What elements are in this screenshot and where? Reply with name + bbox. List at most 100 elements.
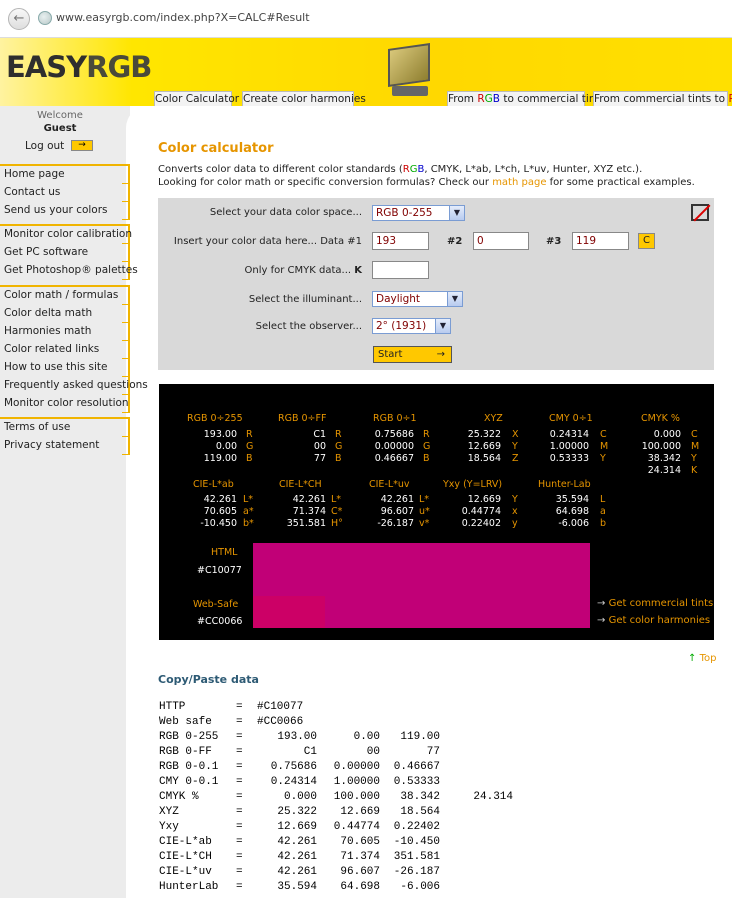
copy-label: RGB 0-255: [159, 731, 219, 743]
copy-value: =: [236, 746, 243, 758]
result-header: CIE-L*CH: [279, 479, 322, 490]
color-harmonies-link[interactable]: → Get color harmonies: [597, 615, 710, 626]
result-value: 96.607: [380, 506, 414, 517]
start-button[interactable]: Start →: [373, 346, 452, 363]
copy-label: HunterLab: [159, 881, 219, 893]
chevron-down-icon[interactable]: ▼: [449, 206, 464, 220]
url-text[interactable]: www.easyrgb.com/index.php?X=CALC#Result: [56, 11, 310, 24]
result-header: RGB 0÷1: [373, 413, 417, 424]
websafe-color-swatch: [253, 596, 325, 628]
result-value: 12.669: [467, 441, 501, 452]
c-button[interactable]: C: [638, 233, 655, 249]
sidebar-group-tools: Monitor color calibration Get PC softwar…: [0, 224, 138, 280]
result-value: 0.24314: [549, 429, 589, 440]
sidebar-item-how-to-use[interactable]: How to use this site: [0, 359, 130, 377]
copy-value: C1: [303, 746, 317, 758]
result-value: -6.006: [558, 518, 589, 529]
copy-value: =: [236, 866, 243, 878]
result-value: 38.342: [647, 453, 681, 464]
data-3-input[interactable]: 119: [572, 232, 629, 250]
sidebar-group-math: Color math / formulas Color delta math H…: [0, 285, 148, 413]
observer-select[interactable]: 2° (1931) ▼: [372, 318, 451, 334]
copy-label: Yxy: [159, 821, 179, 833]
result-header: CMYK %: [641, 413, 680, 424]
copy-value: 12.669: [277, 821, 317, 833]
result-value: 0.22402: [461, 518, 501, 529]
color-space-select[interactable]: RGB 0-255 ▼: [372, 205, 465, 221]
sidebar-item-delta-math[interactable]: Color delta math: [0, 305, 130, 323]
sidebar-item-faq[interactable]: Frequently asked questions: [0, 377, 148, 395]
copy-value: =: [236, 806, 243, 818]
sidebar-item-contact[interactable]: Contact us: [0, 184, 130, 202]
result-value: 0.44774: [461, 506, 501, 517]
copy-value: =: [236, 701, 243, 713]
result-value: 42.261: [203, 494, 237, 505]
copy-value: 193.00: [277, 731, 317, 743]
site-logo[interactable]: EASYRGB: [6, 50, 152, 84]
result-unit: C: [691, 429, 698, 440]
result-value: 35.594: [555, 494, 589, 505]
result-value: 0.00000: [374, 441, 414, 452]
copy-value: 0.000: [283, 791, 317, 803]
result-unit: M: [691, 441, 700, 452]
copy-value: =: [236, 851, 243, 863]
copy-label: HTTP: [159, 701, 186, 713]
result-value: 0.000: [653, 429, 681, 440]
copy-value: #CC0066: [257, 716, 304, 728]
html-value: #C10077: [197, 565, 242, 576]
copy-value: -6.006: [400, 881, 440, 893]
result-value: 70.605: [203, 506, 237, 517]
sidebar-item-monitor-resolution[interactable]: Monitor color resolution: [0, 395, 130, 413]
result-value: 193.00: [203, 429, 237, 440]
sidebar-item-monitor-calibration[interactable]: Monitor color calibration: [0, 226, 132, 244]
sidebar-group-site: Home page Contact us Send us your colors: [0, 164, 130, 220]
data-1-input[interactable]: 193: [372, 232, 429, 250]
sidebar-item-pc-software[interactable]: Get PC software: [0, 244, 130, 262]
sidebar-item-harmonies-math[interactable]: Harmonies math: [0, 323, 130, 341]
globe-icon: [38, 11, 52, 25]
result-value: 0.46667: [374, 453, 414, 464]
sidebar-item-related-links[interactable]: Color related links: [0, 341, 130, 359]
sidebar-item-photoshop-palettes[interactable]: Get Photoshop® palettes: [0, 262, 138, 280]
sidebar-item-privacy[interactable]: Privacy statement: [0, 437, 130, 455]
copy-label: RGB 0-FF: [159, 746, 212, 758]
result-header: CIE-L*uv: [369, 479, 410, 490]
cmyk-label: Only for CMYK data... K: [244, 265, 362, 276]
copy-value: 42.261: [277, 851, 317, 863]
monitor-graphic-icon: [384, 43, 432, 100]
copy-value: 25.322: [277, 806, 317, 818]
arrow-right-icon: →: [436, 349, 445, 360]
copy-value: =: [236, 821, 243, 833]
copy-label: CIE-L*uv: [159, 866, 212, 878]
copy-label: Web safe: [159, 716, 212, 728]
logout-link[interactable]: Log out: [25, 140, 64, 152]
sidebar-item-color-math[interactable]: Color math / formulas: [0, 287, 130, 305]
sidebar-item-home[interactable]: Home page: [0, 166, 130, 184]
copy-value: 0.53333: [393, 776, 440, 788]
math-page-link[interactable]: math page: [492, 177, 546, 188]
top-link[interactable]: ↑ Top: [688, 653, 716, 664]
cmyk-k-input[interactable]: [372, 261, 429, 279]
chevron-down-icon[interactable]: ▼: [435, 319, 450, 333]
sidebar-item-terms[interactable]: Terms of use: [0, 419, 130, 437]
sidebar-item-send-colors[interactable]: Send us your colors: [0, 202, 130, 220]
sidebar-group-legal: Terms of use Privacy statement: [0, 417, 130, 455]
result-value: -26.187: [377, 518, 414, 529]
observer-label: Select the observer...: [255, 321, 362, 332]
calculator-form: [158, 198, 714, 370]
data-2-input[interactable]: 0: [473, 232, 529, 250]
result-header: Yxy (Y=LRV): [443, 479, 503, 490]
result-value: 12.669: [467, 494, 501, 505]
illuminant-select[interactable]: Daylight ▼: [372, 291, 463, 307]
copy-value: =: [236, 761, 243, 773]
result-header: CIE-L*ab: [193, 479, 234, 490]
back-arrow-icon[interactable]: ←: [8, 8, 30, 30]
copy-value: =: [236, 776, 243, 788]
commercial-tints-link[interactable]: → Get commercial tints: [597, 598, 713, 609]
chevron-down-icon[interactable]: ▼: [447, 292, 462, 306]
reset-icon[interactable]: [691, 204, 709, 221]
page: ← www.easyrgb.com/index.php?X=CALC#Resul…: [0, 0, 732, 898]
copy-label: CMYK %: [159, 791, 199, 803]
description-line-2: Looking for color math or specific conve…: [158, 177, 695, 188]
logout-arrow-icon[interactable]: →: [71, 140, 93, 151]
